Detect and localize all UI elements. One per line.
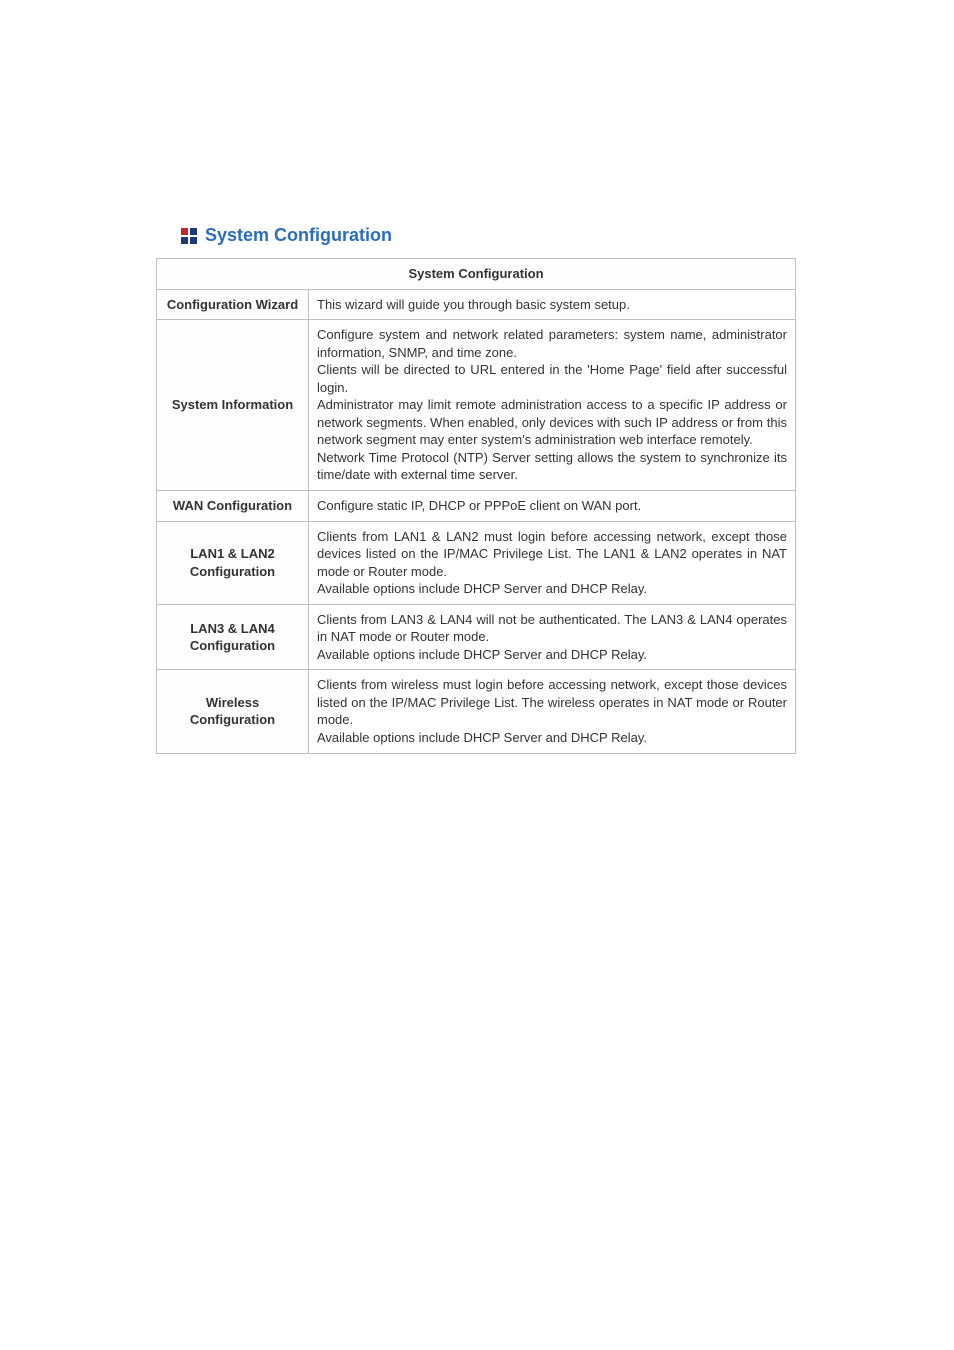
table-row: LAN1 & LAN2 Configuration Clients from L…	[157, 521, 796, 604]
row-label-lan34-configuration: LAN3 & LAN4 Configuration	[157, 604, 309, 670]
row-desc-lan12-configuration: Clients from LAN1 & LAN2 must login befo…	[309, 521, 796, 604]
config-icon	[181, 228, 197, 244]
desc-line: Clients will be directed to URL entered …	[317, 361, 787, 396]
desc-line: Administrator may limit remote administr…	[317, 396, 787, 449]
row-desc-wireless-configuration: Clients from wireless must login before …	[309, 670, 796, 753]
row-desc-configuration-wizard: This wizard will guide you through basic…	[309, 289, 796, 320]
desc-line: Available options include DHCP Server an…	[317, 729, 787, 747]
row-label-lan12-configuration: LAN1 & LAN2 Configuration	[157, 521, 309, 604]
system-configuration-table: System Configuration Configuration Wizar…	[156, 258, 796, 754]
table-row: WAN Configuration Configure static IP, D…	[157, 491, 796, 522]
row-desc-system-information: Configure system and network related par…	[309, 320, 796, 491]
row-desc-wan-configuration: Configure static IP, DHCP or PPPoE clien…	[309, 491, 796, 522]
row-label-system-information: System Information	[157, 320, 309, 491]
table-row: System Information Configure system and …	[157, 320, 796, 491]
table-title: System Configuration	[157, 259, 796, 290]
row-label-wireless-configuration: Wireless Configuration	[157, 670, 309, 753]
desc-line: Clients from LAN1 & LAN2 must login befo…	[317, 528, 787, 581]
table-row: LAN3 & LAN4 Configuration Clients from L…	[157, 604, 796, 670]
desc-line: Configure system and network related par…	[317, 326, 787, 361]
table-row: Wireless Configuration Clients from wire…	[157, 670, 796, 753]
system-configuration-panel: System Configuration System Configuratio…	[156, 225, 796, 754]
row-label-wan-configuration: WAN Configuration	[157, 491, 309, 522]
desc-line: Available options include DHCP Server an…	[317, 646, 787, 664]
table-row: Configuration Wizard This wizard will gu…	[157, 289, 796, 320]
desc-line: Clients from wireless must login before …	[317, 676, 787, 729]
section-title: System Configuration	[205, 225, 392, 246]
table-title-row: System Configuration	[157, 259, 796, 290]
row-desc-lan34-configuration: Clients from LAN3 & LAN4 will not be aut…	[309, 604, 796, 670]
desc-line: Available options include DHCP Server an…	[317, 580, 787, 598]
section-heading: System Configuration	[156, 225, 796, 246]
row-label-configuration-wizard: Configuration Wizard	[157, 289, 309, 320]
desc-line: Clients from LAN3 & LAN4 will not be aut…	[317, 611, 787, 646]
desc-line: Network Time Protocol (NTP) Server setti…	[317, 449, 787, 484]
